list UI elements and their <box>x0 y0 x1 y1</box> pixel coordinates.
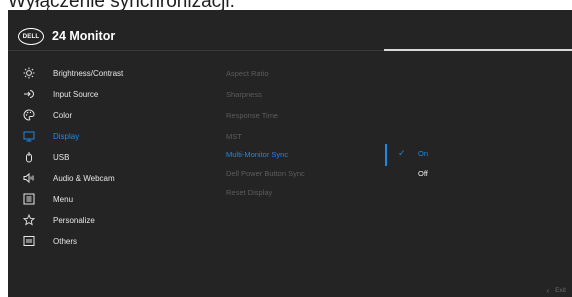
menu-item-others[interactable]: Others <box>22 233 77 249</box>
menu-icon <box>22 192 36 206</box>
exit-label: Exit <box>555 287 566 294</box>
osd-panel: DELL 24 Monitor Brightness/Contrast Inpu… <box>8 10 572 297</box>
menu-item-input-source[interactable]: Input Source <box>22 86 98 102</box>
monitor-title: 24 Monitor <box>52 29 116 43</box>
submenu-item-reset-display[interactable]: Reset Display <box>226 188 272 197</box>
brightness-icon <box>22 66 36 80</box>
others-icon <box>22 234 36 248</box>
header-divider <box>8 50 384 51</box>
option-label: On <box>418 148 429 158</box>
menu-item-personalize[interactable]: Personalize <box>22 212 95 228</box>
menu-item-label: Personalize <box>53 215 95 225</box>
menu-item-label: Menu <box>53 194 74 204</box>
color-palette-icon <box>22 108 36 122</box>
option-off[interactable]: Off <box>398 167 428 179</box>
chevron-left-icon: ‹ <box>546 286 550 295</box>
display-icon <box>22 129 36 143</box>
menu-item-label: USB <box>53 152 70 162</box>
menu-item-label: Audio & Webcam <box>53 173 115 183</box>
header-highlight <box>384 49 572 51</box>
input-source-icon <box>22 87 36 101</box>
option-label: Off <box>418 168 428 178</box>
speaker-icon <box>22 171 36 185</box>
focus-indicator <box>385 144 387 166</box>
menu-item-menu[interactable]: Menu <box>22 191 73 207</box>
usb-icon <box>22 150 36 164</box>
menu-item-label: Brightness/Contrast <box>53 68 124 78</box>
submenu-item-dell-power-button-sync[interactable]: Dell Power Button Sync <box>226 169 305 178</box>
option-on[interactable]: ✓ On <box>398 147 428 159</box>
submenu-item-response-time[interactable]: Response Time <box>226 111 278 120</box>
menu-item-label: Others <box>53 236 78 246</box>
menu-item-label: Display <box>53 131 80 141</box>
submenu-item-multi-monitor-sync[interactable]: Multi-Monitor Sync <box>226 150 288 159</box>
submenu-item-sharpness[interactable]: Sharpness <box>226 90 262 99</box>
submenu-item-mst[interactable]: MST <box>226 132 242 141</box>
checkmark-icon: ✓ <box>398 147 406 158</box>
menu-item-brightness-contrast[interactable]: Brightness/Contrast <box>22 65 123 81</box>
menu-item-display[interactable]: Display <box>22 128 79 144</box>
menu-item-color[interactable]: Color <box>22 107 72 123</box>
dell-logo: DELL <box>18 28 44 45</box>
menu-item-label: Input Source <box>53 89 99 99</box>
menu-item-audio-webcam[interactable]: Audio & Webcam <box>22 170 115 186</box>
menu-item-label: Color <box>53 110 73 120</box>
star-icon <box>22 213 36 227</box>
submenu-item-aspect-ratio[interactable]: Aspect Ratio <box>226 69 269 78</box>
exit-button[interactable]: ‹ Exit <box>546 286 566 295</box>
osd-header: DELL 24 Monitor <box>8 10 572 50</box>
menu-item-usb[interactable]: USB <box>22 149 69 165</box>
